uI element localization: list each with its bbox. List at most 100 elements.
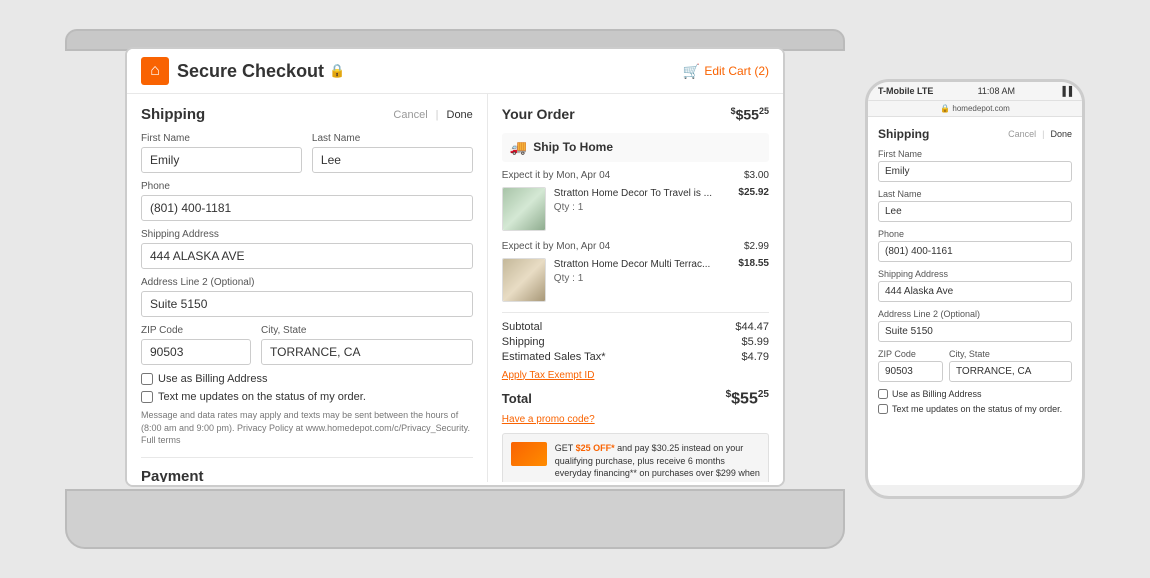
last-name-group: Last Name xyxy=(312,133,473,173)
last-name-input[interactable] xyxy=(312,147,473,173)
zip-label: ZIP Code xyxy=(141,325,251,336)
tax-label: Estimated Sales Tax* xyxy=(502,351,606,363)
phone-address2-input[interactable] xyxy=(878,321,1072,342)
order-item-2: Stratton Home Decor Multi Terrac... Qty … xyxy=(502,258,769,302)
address-label: Shipping Address xyxy=(141,229,473,240)
laptop-body xyxy=(65,489,845,549)
truck-icon: 🚚 xyxy=(510,139,527,156)
phone-address-label: Shipping Address xyxy=(878,269,1072,279)
phone-address-input[interactable] xyxy=(878,281,1072,302)
done-link[interactable]: Done xyxy=(447,109,473,121)
phone-address-group: Shipping Address xyxy=(878,269,1072,302)
address-input[interactable] xyxy=(141,243,473,269)
item-price-2: $18.55 xyxy=(738,258,769,302)
phone-first-name-input[interactable] xyxy=(878,161,1072,182)
name-row: First Name Last Name xyxy=(141,133,473,173)
phone-billing-checkbox[interactable] xyxy=(878,389,888,399)
phone-mockup: T-Mobile LTE 11:08 AM ▐▐ 🔒 homedepot.com… xyxy=(865,79,1085,499)
home-depot-logo: ⌂ xyxy=(141,57,169,85)
phone-done-link[interactable]: Done xyxy=(1050,129,1072,139)
city-group: City, State xyxy=(261,325,473,365)
total-display: $55 xyxy=(731,390,758,407)
phone-city-state-input[interactable] xyxy=(949,361,1072,382)
order-total: $$5525 xyxy=(731,106,769,123)
item-price-1: $25.92 xyxy=(738,187,769,231)
order-item-1: Stratton Home Decor To Travel is ... Qty… xyxy=(502,187,769,231)
item-image-2 xyxy=(502,258,546,302)
promo-banner: GET $25 OFF* and pay $30.25 instead on y… xyxy=(502,433,769,482)
phone-first-name-group: First Name xyxy=(878,149,1072,182)
expect-label-2: Expect it by Mon, Apr 04 xyxy=(502,241,610,252)
order-title-row: Your Order $$5525 xyxy=(502,106,769,123)
checkout-title: Secure Checkout xyxy=(177,61,324,82)
cancel-link[interactable]: Cancel xyxy=(393,109,427,121)
address2-group: Address Line 2 (Optional) xyxy=(141,277,473,317)
logo-icon: ⌂ xyxy=(150,62,160,80)
subtotal-label: Subtotal xyxy=(502,321,542,333)
zip-city-row: ZIP Code City, State xyxy=(141,325,473,365)
phone-status-bar: T-Mobile LTE 11:08 AM ▐▐ xyxy=(868,82,1082,101)
apply-tax-link[interactable]: Apply Tax Exempt ID xyxy=(502,370,595,381)
zip-input[interactable] xyxy=(141,339,251,365)
billing-checkbox-label: Use as Billing Address xyxy=(158,373,267,385)
phone-phone-label: Phone xyxy=(878,229,1072,239)
action-divider: | xyxy=(436,109,439,121)
order-total-dollars: $55 xyxy=(736,107,759,123)
order-total-cents: 25 xyxy=(759,106,769,116)
total-row: Total $$5525 xyxy=(502,389,769,408)
main-layout: Shipping Cancel | Done First Name xyxy=(127,94,783,482)
first-name-input[interactable] xyxy=(141,147,302,173)
city-state-input[interactable] xyxy=(261,339,473,365)
phone-city-group: City, State xyxy=(949,349,1072,382)
promo-amount: $25 OFF* xyxy=(576,443,615,453)
phone-zip-group: ZIP Code xyxy=(878,349,943,382)
shipping-cost-1: $3.00 xyxy=(744,170,769,181)
item-group-1: Expect it by Mon, Apr 04 $3.00 Stratton … xyxy=(502,170,769,231)
shipping-value: $5.99 xyxy=(741,336,769,348)
address2-input[interactable] xyxy=(141,291,473,317)
phone-text-checkbox[interactable] xyxy=(878,404,888,414)
fine-print: Message and data rates may apply and tex… xyxy=(141,409,473,447)
phone-address2-label: Address Line 2 (Optional) xyxy=(878,309,1072,319)
item-qty-1: Qty : 1 xyxy=(554,202,731,213)
phone-zip-input[interactable] xyxy=(878,361,943,382)
lock-icon-phone: 🔒 xyxy=(940,104,950,113)
phone-last-name-label: Last Name xyxy=(878,189,1072,199)
page-content: ⌂ Secure Checkout 🔒 🛒 Edit Cart (2) xyxy=(127,49,783,485)
carrier-label: T-Mobile LTE xyxy=(878,86,933,96)
phone-divider: | xyxy=(1042,129,1044,139)
phone-phone-group: Phone xyxy=(878,229,1072,262)
city-state-label: City, State xyxy=(261,325,473,336)
phone-zip-city: ZIP Code City, State xyxy=(878,349,1072,389)
last-name-label: Last Name xyxy=(312,133,473,144)
billing-checkbox[interactable] xyxy=(141,373,153,385)
phone-cancel-link[interactable]: Cancel xyxy=(1008,129,1036,139)
phone-billing-row: Use as Billing Address xyxy=(878,389,1072,399)
item-name-2: Stratton Home Decor Multi Terrac... xyxy=(554,258,731,271)
address-group: Shipping Address xyxy=(141,229,473,269)
tax-label-text: Estimated Sales Tax* xyxy=(502,351,606,363)
fine-print-text: Message and data rates may apply and tex… xyxy=(141,410,470,445)
time-label: 11:08 AM xyxy=(978,86,1015,96)
phone-label: Phone xyxy=(141,181,473,192)
promo-link[interactable]: Have a promo code? xyxy=(502,414,769,425)
total-cents: 25 xyxy=(758,389,769,400)
tax-value: $4.79 xyxy=(741,351,769,363)
phone-content: Shipping Cancel | Done First Name Last N… xyxy=(868,117,1082,485)
phone-last-name-input[interactable] xyxy=(878,201,1072,222)
shipping-label: Shipping xyxy=(502,336,545,348)
shipping-cost-2: $2.99 xyxy=(744,241,769,252)
url-text: homedepot.com xyxy=(952,104,1009,113)
item-details-2: Stratton Home Decor Multi Terrac... Qty … xyxy=(554,258,731,302)
edit-cart-link[interactable]: 🛒 Edit Cart (2) xyxy=(683,63,769,80)
laptop-mockup: ⌂ Secure Checkout 🔒 🛒 Edit Cart (2) xyxy=(65,29,845,549)
total-label: Total xyxy=(502,391,532,406)
phone-input[interactable] xyxy=(141,195,473,221)
billing-checkbox-row: Use as Billing Address xyxy=(141,373,473,385)
phone-phone-input[interactable] xyxy=(878,241,1072,262)
shipping-row: Shipping $5.99 xyxy=(502,336,769,348)
phone-text-label: Text me updates on the status of my orde… xyxy=(892,404,1062,414)
text-checkbox[interactable] xyxy=(141,391,153,403)
promo-content: GET $25 OFF* and pay $30.25 instead on y… xyxy=(555,442,760,482)
promo-text: GET $25 OFF* and pay $30.25 instead on y… xyxy=(555,442,760,482)
